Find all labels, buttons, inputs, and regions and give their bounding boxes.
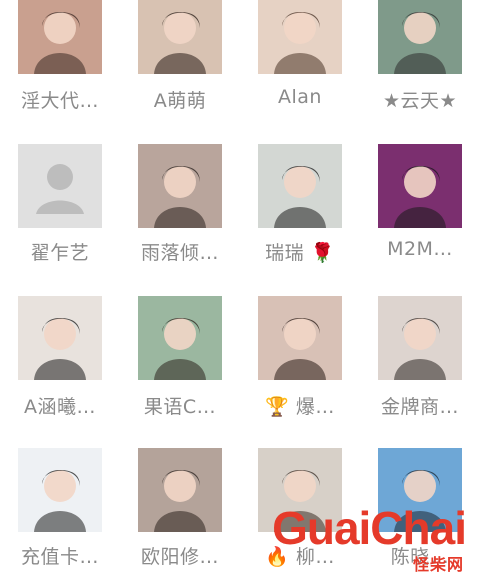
avatar[interactable] [138,296,222,380]
friend-name: 🏆 爆… [265,396,335,418]
friend-name: 雨落倾… [140,242,219,264]
avatar[interactable] [18,296,102,380]
avatar[interactable] [258,296,342,380]
avatar[interactable] [138,144,222,228]
watermark-logo: GuaiChai 怪柴网 [244,495,474,577]
watermark-brand: GuaiChai [272,502,467,554]
friend-item[interactable]: 陈晓… [360,0,480,568]
friend-name: A涵曦… [24,396,96,418]
friend-item[interactable]: 充值卡… [0,0,120,568]
avatar[interactable] [138,448,222,532]
friend-name: 金牌商… [380,396,459,418]
friend-name: 瑞瑞 🌹 [265,242,335,264]
avatar[interactable] [258,144,342,228]
friend-name: 果语C… [143,396,217,418]
avatar[interactable] [378,296,462,380]
default-avatar-icon[interactable] [18,144,102,228]
friend-name: M2M… [387,238,453,260]
friend-name: 充值卡… [20,546,99,568]
friend-name: 欧阳修… [140,546,219,568]
watermark-subtitle: 怪柴网 [412,555,464,574]
friends-grid: 淫大代… A萌萌 Alan ★云天★ 翟乍艺 雨落倾… 瑞瑞 🌹 M2M… A涵… [0,0,480,581]
friend-item[interactable]: 欧阳修… [120,0,240,568]
friend-item[interactable]: 🔥 柳… [240,0,360,568]
avatar[interactable] [378,144,462,228]
friend-name: 翟乍艺 [30,242,90,264]
avatar[interactable] [18,448,102,532]
